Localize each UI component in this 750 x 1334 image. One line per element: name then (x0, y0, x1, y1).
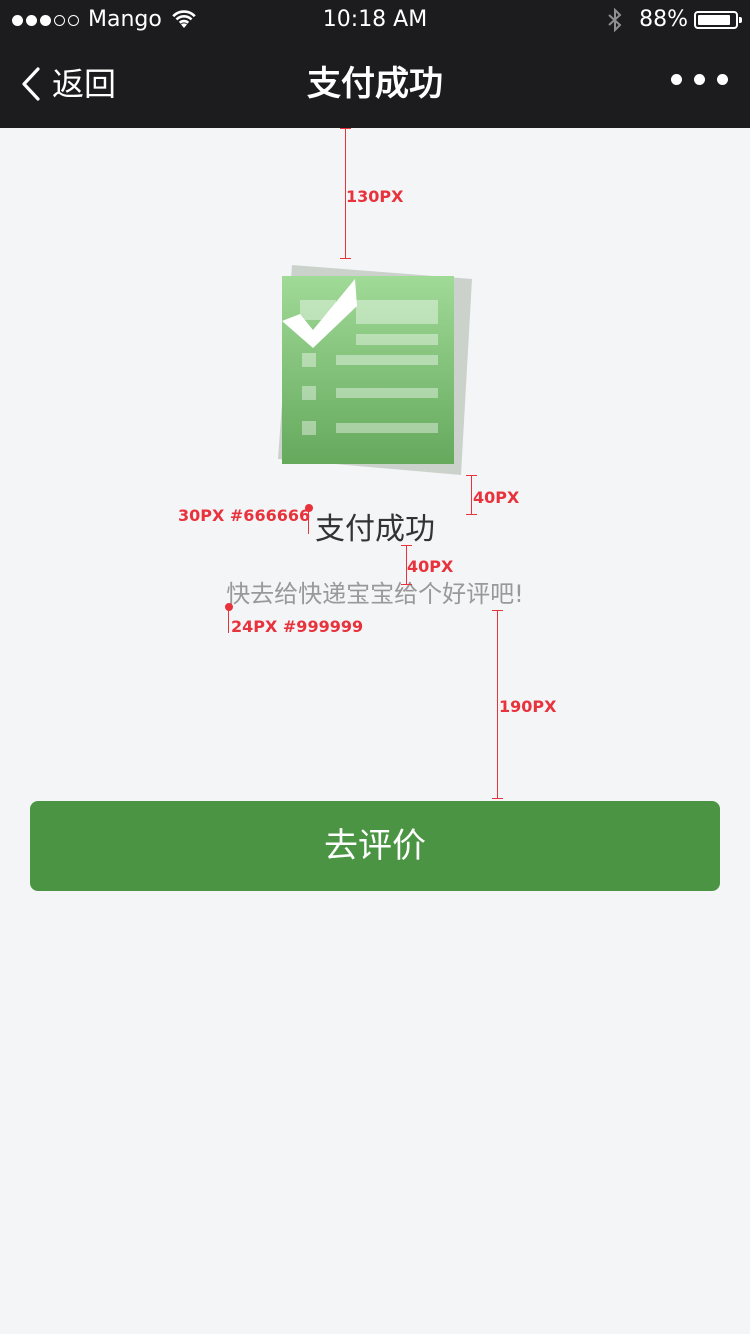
measure-cap (340, 258, 351, 259)
status-right: 88% (607, 6, 742, 34)
measure-label: 130PX (346, 187, 404, 206)
spec-label: 30PX #666666 (178, 506, 311, 525)
measure-label: 190PX (499, 697, 557, 716)
success-subtitle: 快去给快递宝宝给个好评吧! (226, 580, 524, 608)
measure-label: 40PX (407, 557, 454, 576)
spec-label: 24PX #999999 (231, 617, 364, 636)
spec-pin-stem (228, 609, 229, 633)
battery-percent: 88% (639, 7, 688, 32)
ellipsis-icon (671, 74, 682, 85)
nav-bar: 返回 支付成功 (0, 40, 750, 128)
measure-cap (466, 475, 477, 476)
measure-cap (492, 610, 503, 611)
bluetooth-icon (608, 8, 622, 32)
measure-line (471, 475, 472, 515)
measure-label: 40PX (473, 488, 520, 507)
more-button[interactable] (659, 74, 728, 85)
measure-cap (466, 514, 477, 515)
checklist-document-icon (278, 265, 472, 475)
spec-pin (225, 603, 233, 611)
battery-fill (698, 15, 730, 25)
measure-line (497, 610, 498, 799)
measure-cap (401, 545, 412, 546)
measure-cap (340, 128, 351, 129)
ellipsis-icon (717, 74, 728, 85)
page-title: 支付成功 (307, 64, 443, 104)
status-bar: Mango 10:18 AM 88% (0, 0, 750, 40)
payment-success-page: Mango 10:18 AM 88% 返回 支付成功 支付成功 快去给快递宝宝给… (0, 0, 750, 1334)
success-title: 支付成功 (315, 512, 435, 547)
measure-cap (401, 584, 412, 585)
battery-icon (694, 11, 742, 29)
go-review-button[interactable]: 去评价 (30, 801, 720, 891)
measure-cap (492, 798, 503, 799)
ellipsis-icon (694, 74, 705, 85)
